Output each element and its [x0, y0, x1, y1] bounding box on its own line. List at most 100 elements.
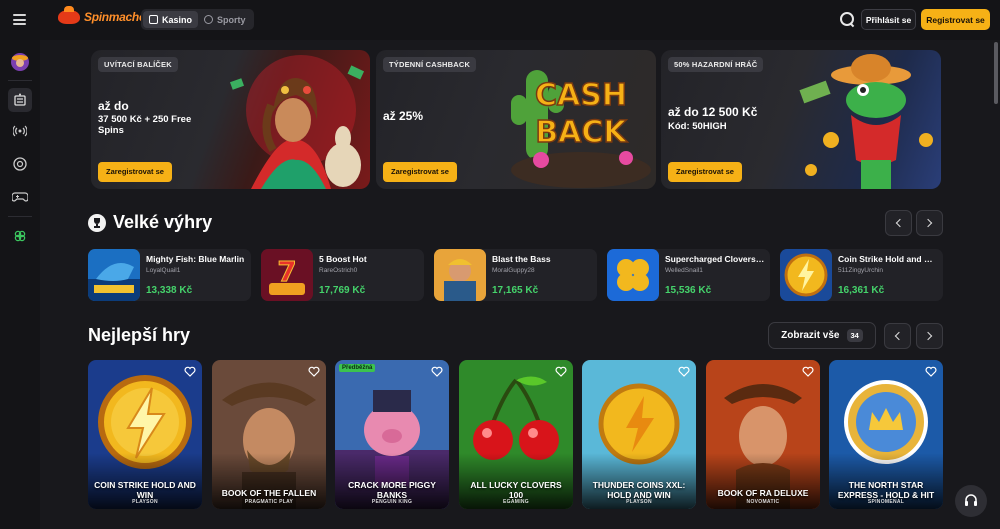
big-win-amount: 17,165 Kč [492, 285, 539, 296]
roulette-icon[interactable] [8, 152, 32, 176]
game-card[interactable]: THUNDER COINS XXL: HOLD AND WIN PLAYSON [582, 360, 696, 509]
menu-icon[interactable] [13, 14, 26, 25]
big-win-user: MoralGuppy28 [492, 267, 535, 274]
promo-welcome-card[interactable]: UVÍTACÍ BALÍČEK až do 37 500 Kč + 250 Fr… [91, 50, 370, 189]
game-card[interactable]: BOOK OF THE FALLEN PRAGMATIC PLAY [212, 360, 326, 509]
cash-art-text: CASH [535, 78, 627, 113]
search-icon[interactable] [840, 12, 855, 27]
mighty-fish-thumbnail [88, 249, 140, 301]
big-win-amount: 15,536 Kč [665, 285, 712, 296]
big-win-card[interactable]: Supercharged Clovers: Hold and Win Welle… [607, 249, 770, 301]
login-button[interactable]: Přihlásit se [861, 9, 916, 30]
promo-badge: UVÍTACÍ BALÍČEK [98, 57, 178, 72]
game-card[interactable]: Předběžná CRACK MORE PIGGY BANKS PENGUIN… [335, 360, 449, 509]
favorite-heart-icon[interactable] [925, 366, 937, 377]
favorite-heart-icon[interactable] [678, 366, 690, 377]
avatar-icon[interactable] [8, 50, 32, 74]
promo-subtitle: Kód: 50HIGH [668, 121, 727, 132]
promo-badge: 50% HAZARDNÍ HRÁČ [668, 57, 764, 72]
tab-sports-label: Sporty [217, 14, 246, 25]
big-win-game: Mighty Fish: Blue Marlin [146, 254, 245, 264]
big-win-user: 511ZingyUrchin [838, 267, 884, 274]
game-provider: SPINOMENAL [867, 499, 905, 505]
chevron-right-icon [923, 331, 933, 341]
big-win-card[interactable]: Mighty Fish: Blue Marlin LoyalQuail1 13,… [88, 249, 251, 301]
big-wins-prev-button[interactable] [885, 210, 912, 236]
promo-register-button[interactable]: Zaregistrovat se [98, 162, 172, 182]
show-all-button[interactable]: Zobrazit vše 34 [768, 322, 876, 349]
promo-frog-illustration [799, 54, 933, 189]
sidebar [0, 40, 40, 529]
sidebar-divider [8, 80, 32, 81]
big-win-game: Coin Strike Hold and Win [838, 254, 938, 264]
top-games-title: Nejlepší hry [88, 325, 191, 345]
5-boost-hot-thumbnail: 7 [261, 249, 313, 301]
slot-machine-icon[interactable] [8, 88, 32, 112]
promo-register-button[interactable]: Zaregistrovat se [383, 162, 457, 182]
tab-sports[interactable]: Sporty [198, 11, 252, 28]
clover-icon[interactable] [8, 224, 32, 248]
game-card[interactable]: THE NORTH STAR EXPRESS - HOLD & HIT SPIN… [829, 360, 943, 509]
game-provider: PLAYSON [132, 499, 158, 505]
blast-the-bass-thumbnail [434, 249, 486, 301]
game-card[interactable]: COIN STRIKE HOLD AND WIN PLAYSON [88, 360, 202, 509]
promo-badge: TÝDENNÍ CASHBACK [383, 57, 477, 72]
game-provider: NOVOMATIC [746, 499, 780, 505]
tab-casino[interactable]: Kasino [143, 11, 199, 28]
game-title: THUNDER COINS XXL: HOLD AND WIN [592, 480, 686, 500]
promo-title: až do 12 500 Kč [668, 105, 758, 119]
mode-switch: Kasino Sporty [141, 9, 254, 30]
ball-icon [204, 15, 214, 24]
live-broadcast-icon[interactable] [8, 119, 32, 143]
chevron-left-icon [894, 331, 904, 341]
promo-cashback-card[interactable]: CASH BACK TÝDENNÍ CASHBACK až 25% Zaregi… [376, 50, 656, 189]
support-chat-button[interactable] [955, 485, 987, 517]
show-all-label: Zobrazit vše [781, 330, 840, 341]
gamepad-icon[interactable] [8, 185, 32, 209]
scrollbar-thumb[interactable] [994, 42, 998, 104]
supercharged-clovers-thumbnail [607, 249, 659, 301]
promo-high-roller-card[interactable]: 50% HAZARDNÍ HRÁČ až do 12 500 Kč Kód: 5… [661, 50, 941, 189]
favorite-heart-icon[interactable] [431, 366, 443, 377]
logo[interactable]: Spinmacho [58, 6, 146, 24]
games-count-badge: 34 [846, 329, 863, 342]
back-art-text: BACK [535, 115, 628, 150]
register-button[interactable]: Registrovat se [921, 9, 990, 30]
promo-register-button[interactable]: Zaregistrovat se [668, 162, 742, 182]
big-win-game: 5 Boost Hot [319, 254, 367, 264]
headset-icon [965, 494, 977, 506]
favorite-heart-icon[interactable] [555, 366, 567, 377]
big-win-game: Blast the Bass [492, 254, 551, 264]
game-card[interactable]: BOOK OF RA DELUXE NOVOMATIC [706, 360, 820, 509]
game-provider: PRAGMATIC PLAY [244, 499, 294, 505]
promo-subtitle: 37 500 Kč + 250 Free Spins [98, 114, 192, 136]
favorite-heart-icon[interactable] [802, 366, 814, 377]
favorite-heart-icon[interactable] [308, 366, 320, 377]
big-win-user: WelledSnail1 [665, 267, 703, 274]
big-win-card[interactable]: Coin Strike Hold and Win 511ZingyUrchin … [780, 249, 943, 301]
promo-dancer-illustration [229, 55, 365, 189]
favorite-heart-icon[interactable] [184, 366, 196, 377]
trophy-icon [88, 214, 106, 232]
top-header: Spinmacho Kasino Sporty Přihlásit se Reg… [0, 0, 1000, 40]
casino-icon [149, 15, 158, 24]
coin-strike-thumbnail [780, 249, 832, 301]
promo-cashback-illustration: CASH BACK [511, 70, 651, 188]
big-win-user: RareOstrich0 [319, 267, 358, 274]
promo-title: až 25% [383, 109, 424, 123]
big-wins-next-button[interactable] [916, 210, 943, 236]
big-win-amount: 13,338 Kč [146, 285, 193, 296]
game-title: COIN STRIKE HOLD AND WIN [94, 480, 196, 500]
promo-title: až do [98, 99, 129, 113]
game-card[interactable]: ALL LUCKY CLOVERS 100 EGAMING [459, 360, 573, 509]
logo-text: Spinmacho [84, 10, 146, 24]
top-games-next-button[interactable] [916, 323, 943, 349]
big-win-game: Supercharged Clovers: Hold and Win [665, 254, 765, 264]
game-title: CRACK MORE PIGGY BANKS [348, 480, 436, 500]
top-games-prev-button[interactable] [884, 323, 911, 349]
big-win-card[interactable]: 7 5 Boost Hot RareOstrich0 17,769 Kč [261, 249, 424, 301]
chevron-left-icon [895, 218, 905, 228]
game-title: BOOK OF RA DELUXE [717, 488, 809, 498]
scrollbar[interactable] [992, 40, 1000, 529]
big-win-card[interactable]: Blast the Bass MoralGuppy28 17,165 Kč [434, 249, 597, 301]
